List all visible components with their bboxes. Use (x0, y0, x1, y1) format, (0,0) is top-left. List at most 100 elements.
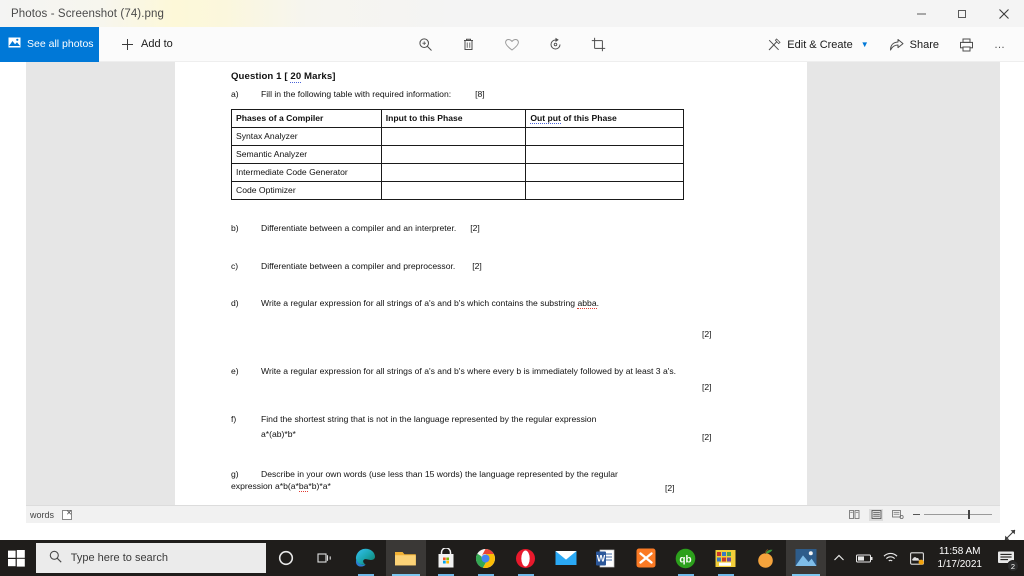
microsoft-store-icon (438, 547, 453, 567)
item-mark: [8] (475, 89, 485, 99)
add-to-button[interactable]: Add to (111, 27, 183, 62)
item-misspelled-word: abba (577, 298, 597, 309)
item-label: f) (231, 414, 237, 424)
edit-and-create-button[interactable]: Edit & Create ▼ (757, 27, 878, 62)
title-bar: Photos - Screenshot (74).png (0, 0, 1024, 27)
command-bar: See all photos Add to Edit & Create ▼ Sh… (0, 26, 1024, 62)
taskbar-item-microsoft-store[interactable] (426, 540, 466, 576)
item-text-main: Write a regular expression for all strin… (261, 298, 578, 308)
crop-icon[interactable] (591, 37, 606, 52)
single-page-view-icon[interactable] (869, 508, 883, 521)
question-item-c: c) Differentiate between a compiler and … (231, 261, 711, 273)
file-explorer-icon (395, 552, 416, 566)
taskbar-item-winrar[interactable] (706, 540, 746, 576)
taskbar-search-box[interactable]: Type here to search (35, 543, 266, 573)
image-viewer: Question 1 [ 20 Marks] a) Fill in the fo… (0, 62, 1024, 541)
table-row: Syntax Analyzer (231, 127, 684, 146)
taskbar-item-photos[interactable] (785, 540, 826, 576)
question-item-b: b) Differentiate between a compiler and … (231, 223, 711, 235)
svg-text:W: W (597, 553, 606, 563)
favorite-icon[interactable] (504, 37, 520, 52)
heading-suffix: Marks] (301, 71, 336, 82)
heading-marks: 20 (290, 71, 302, 83)
item-mark: [2] (702, 382, 712, 392)
xampp-icon (636, 548, 655, 568)
question-item-e-mark: [2] (702, 382, 712, 394)
taskbar-item-edge[interactable] (346, 540, 386, 576)
taskbar-item-word[interactable]: W (586, 540, 626, 576)
taskbar-item-cortana[interactable] (266, 540, 306, 576)
onedrive-icon[interactable] (904, 540, 930, 576)
taskbar-item-quickbooks[interactable]: qb (666, 540, 706, 576)
item-label: a) (231, 89, 239, 99)
zoom-out-icon[interactable] (913, 514, 920, 515)
show-hidden-icons-chevron[interactable] (826, 540, 852, 576)
taskbar-item-peach-app[interactable] (746, 540, 786, 576)
status-bar-left: words (26, 509, 73, 520)
close-button[interactable] (983, 0, 1024, 27)
command-bar-right-tools: Edit & Create ▼ Share … (757, 27, 1016, 62)
search-icon (49, 550, 62, 566)
start-button[interactable] (0, 540, 34, 576)
battery-icon[interactable] (852, 540, 878, 576)
table-cell-output (525, 127, 684, 146)
taskbar-pinned-items: W qb (266, 540, 826, 576)
see-all-photos-button[interactable]: See all photos (0, 26, 99, 62)
item-text: Write a regular expression for all strin… (261, 366, 677, 376)
search-placeholder: Type here to search (70, 552, 168, 564)
quickbooks-icon: qb (675, 548, 696, 568)
zoom-slider[interactable] (913, 510, 992, 519)
rotate-icon[interactable] (548, 37, 563, 52)
taskbar-item-opera[interactable] (506, 540, 546, 576)
share-icon (889, 38, 904, 52)
window-controls (901, 0, 1024, 27)
expression-suffix: *b)*a* (308, 481, 331, 491)
table-header-row: Phases of a Compiler Input to this Phase… (231, 109, 684, 128)
table-cell-input (380, 127, 527, 146)
taskbar-item-chrome[interactable] (466, 540, 506, 576)
photos-icon (795, 549, 816, 566)
svg-text:qb: qb (679, 554, 691, 565)
peach-app-icon (758, 548, 773, 568)
question-item-g-expression: expression a*b(a*ba*b)*a* (231, 481, 331, 493)
minimize-button[interactable] (901, 0, 942, 27)
multi-page-view-icon[interactable] (847, 509, 861, 521)
windows-taskbar: Type here to search W qb 11:58 AM 1/17/2… (0, 540, 1024, 576)
windows-start-icon (8, 549, 26, 567)
delete-icon[interactable] (461, 37, 476, 52)
word-count-label: words (30, 509, 55, 520)
item-text: Fill in the following table with require… (261, 89, 452, 99)
share-button[interactable]: Share (879, 27, 949, 62)
taskbar-item-xampp[interactable] (626, 540, 666, 576)
maximize-button[interactable] (942, 0, 983, 27)
table-header-cell: Phases of a Compiler (231, 109, 382, 128)
wifi-icon[interactable] (878, 540, 904, 576)
print-button[interactable] (949, 27, 984, 62)
zoom-slider-track[interactable] (924, 510, 992, 519)
item-text: Describe in your own words (use less tha… (261, 469, 618, 479)
status-bar-right (847, 508, 1000, 521)
item-label: e) (231, 366, 239, 376)
table-row: Intermediate Code Generator (231, 163, 684, 182)
item-expression: a*(ab)*b* (261, 429, 296, 439)
question-heading: Question 1 [ 20 Marks] (231, 71, 336, 84)
table-cell-output (525, 163, 684, 182)
item-label: d) (231, 298, 239, 308)
taskbar-item-task-view[interactable] (306, 540, 346, 576)
taskbar-item-file-explorer[interactable] (385, 540, 426, 576)
item-mark: [2] (472, 261, 482, 271)
table-header-cell: Input to this Phase (380, 109, 527, 128)
more-options-button[interactable]: … (984, 27, 1016, 62)
web-layout-view-icon[interactable] (891, 509, 905, 521)
broken-image-icon (62, 509, 73, 520)
table-cell-input (380, 181, 527, 200)
print-icon (959, 38, 974, 52)
document-page: Question 1 [ 20 Marks] a) Fill in the fo… (175, 62, 807, 505)
taskbar-clock[interactable]: 11:58 AM 1/17/2021 (930, 540, 991, 576)
zoom-slider-thumb[interactable] (968, 510, 970, 519)
zoom-icon[interactable] (418, 37, 433, 52)
edit-create-icon (767, 37, 781, 52)
add-to-label: Add to (141, 38, 173, 50)
taskbar-item-mail[interactable] (546, 540, 586, 576)
notification-center-button[interactable]: 2 (990, 540, 1022, 576)
